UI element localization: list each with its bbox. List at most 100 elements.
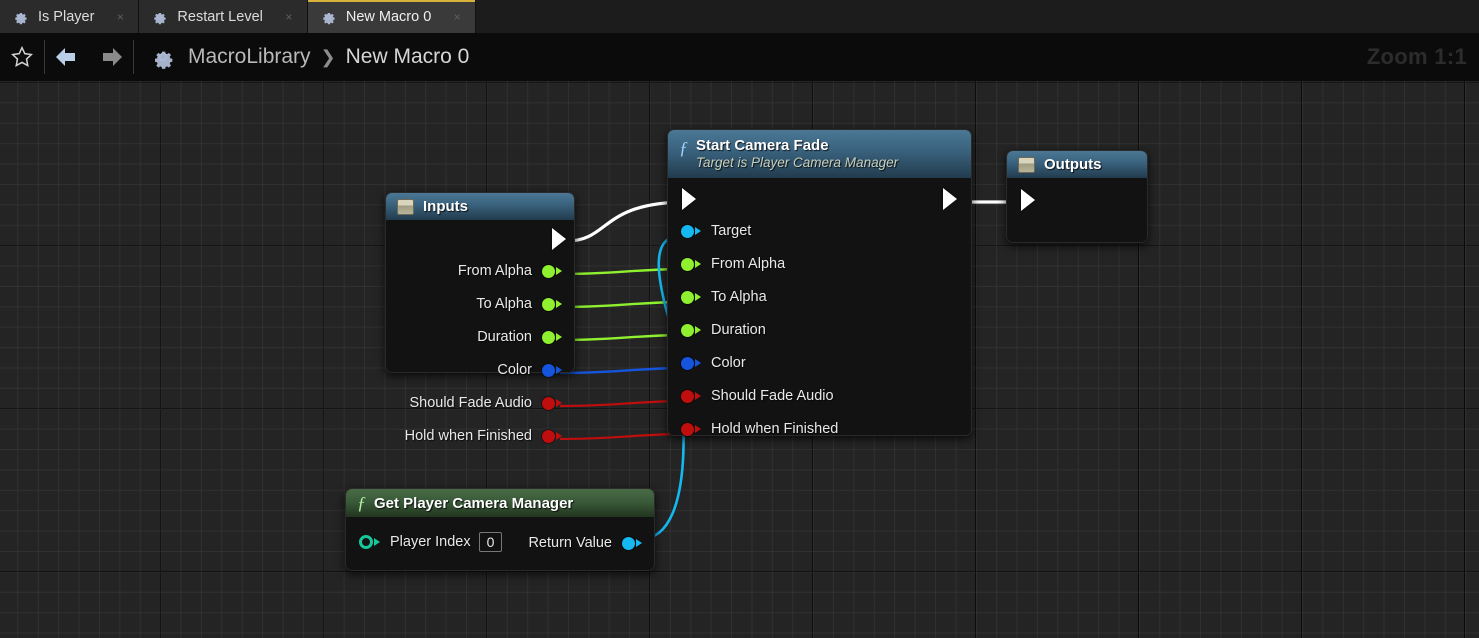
pin-dot-to-alpha[interactable]: [542, 297, 555, 311]
pin-dot-duration[interactable]: [681, 323, 694, 337]
pin-arrow: [695, 326, 701, 334]
pin-label: Target: [711, 223, 752, 239]
pin-row-to-alpha[interactable]: To Alpha: [681, 289, 767, 305]
node-get-player-camera-manager[interactable]: ƒ Get Player Camera Manager Player Index…: [345, 488, 655, 571]
pin-arrow: [695, 227, 701, 235]
close-icon[interactable]: ×: [281, 9, 297, 25]
pin-dot-to-alpha[interactable]: [681, 290, 694, 304]
tab-new-macro-0[interactable]: New Macro 0 ×: [307, 0, 477, 33]
gear-icon: [154, 51, 173, 69]
wire-color: [559, 366, 680, 375]
forward-button[interactable]: [89, 33, 133, 81]
node-body: Player Index 0 Return Value: [346, 517, 654, 570]
wire-should-fade-audio: [559, 399, 680, 408]
pin-dot-color[interactable]: [681, 356, 694, 370]
pin-row-from-alpha[interactable]: From Alpha: [681, 256, 785, 272]
pin-row-color[interactable]: Color: [497, 362, 562, 378]
pin-label: Color: [497, 362, 532, 378]
pin-row-target[interactable]: Target: [681, 223, 751, 239]
tab-label: Restart Level: [177, 8, 263, 25]
pin-dot-from-alpha[interactable]: [681, 257, 694, 271]
wire-from-alpha: [559, 267, 680, 276]
breadcrumb-macrolibrary[interactable]: MacroLibrary: [188, 45, 311, 69]
tab-is-player[interactable]: Is Player ×: [0, 0, 140, 33]
pin-row-return-value[interactable]: Return Value: [528, 535, 642, 551]
exec-pin-in[interactable]: [1021, 189, 1035, 211]
pin-row-exec-in[interactable]: [1021, 189, 1035, 211]
pin-row-from-alpha[interactable]: From Alpha: [458, 263, 562, 279]
pin-dot-return-value[interactable]: [622, 536, 635, 550]
star-icon: [11, 45, 33, 67]
exec-pin-out[interactable]: [943, 188, 957, 210]
pin-label: Should Fade Audio: [711, 388, 834, 404]
pin-arrow: [695, 359, 701, 367]
pin-dot-from-alpha[interactable]: [542, 264, 555, 278]
graph-toolbar: MacroLibrary ❯ New Macro 0 Zoom 1:1: [0, 33, 1479, 81]
pin-arrow: [695, 392, 701, 400]
tab-restart-level[interactable]: Restart Level ×: [139, 0, 308, 33]
wire-duration: [559, 333, 680, 342]
tab-label: Is Player: [38, 8, 95, 25]
pin-dot-color[interactable]: [542, 363, 555, 377]
gear-icon: [323, 12, 335, 25]
pin-row-duration[interactable]: Duration: [681, 322, 766, 338]
back-button[interactable]: [45, 33, 89, 81]
exec-pin-in[interactable]: [682, 188, 696, 210]
wire-hold-when-finished: [559, 432, 680, 441]
pin-dot-hold-when-finished[interactable]: [681, 422, 694, 436]
arrow-left-icon: [56, 48, 75, 66]
pin-label: To Alpha: [711, 289, 767, 305]
node-header: ƒ Start Camera Fade Target is Player Cam…: [668, 130, 971, 178]
player-index-input[interactable]: 0: [478, 532, 503, 552]
pin-label: Color: [711, 355, 746, 371]
pin-arrow: [556, 432, 562, 440]
pin-dot-target[interactable]: [681, 224, 694, 238]
pin-row-exec-in[interactable]: [682, 188, 696, 210]
pin-label: Duration: [477, 329, 532, 345]
pin-row-to-alpha[interactable]: To Alpha: [476, 296, 562, 312]
blueprint-graph-canvas[interactable]: Inputs From Alpha To Alpha Duration Colo…: [0, 81, 1479, 638]
pin-arrow: [695, 293, 701, 301]
pin-row-exec-out[interactable]: [943, 188, 957, 210]
arrow-right-icon: [103, 48, 122, 66]
close-icon[interactable]: ×: [449, 9, 465, 25]
function-icon: ƒ: [357, 493, 366, 513]
pin-row-exec-out[interactable]: [552, 228, 566, 250]
close-icon[interactable]: ×: [112, 9, 128, 25]
pin-row-should-fade-audio[interactable]: Should Fade Audio: [409, 395, 562, 411]
pin-row-hold-when-finished[interactable]: Hold when Finished: [405, 428, 562, 444]
function-icon: ƒ: [679, 138, 688, 158]
pin-label: Duration: [711, 322, 766, 338]
pin-row-color[interactable]: Color: [681, 355, 746, 371]
node-outputs[interactable]: Outputs: [1006, 150, 1148, 243]
chevron-right-icon: ❯: [320, 46, 336, 67]
pin-arrow: [695, 260, 701, 268]
pin-arrow: [556, 333, 562, 341]
pin-arrow: [556, 399, 562, 407]
node-start-camera-fade[interactable]: ƒ Start Camera Fade Target is Player Cam…: [667, 129, 972, 437]
pin-row-player-index[interactable]: Player Index 0: [359, 532, 503, 552]
pin-label: To Alpha: [476, 296, 532, 312]
pin-row-should-fade-audio[interactable]: Should Fade Audio: [681, 388, 834, 404]
pin-label: Should Fade Audio: [409, 395, 532, 411]
breadcrumb-new-macro-0[interactable]: New Macro 0: [346, 45, 470, 69]
gear-icon: [15, 12, 27, 25]
pin-dot-player-index[interactable]: [359, 535, 373, 549]
node-inputs[interactable]: Inputs From Alpha To Alpha Duration Colo…: [385, 192, 575, 444]
pin-arrow: [556, 366, 562, 374]
zoom-level-label: Zoom 1:1: [1366, 44, 1467, 69]
pin-dot-hold-when-finished[interactable]: [542, 429, 555, 443]
pin-row-duration[interactable]: Duration: [477, 329, 562, 345]
pin-row-hold-when-finished[interactable]: Hold when Finished: [681, 421, 838, 437]
editor-tab-bar: Is Player × Restart Level × New Macro 0 …: [0, 0, 1479, 33]
node-header: ƒ Get Player Camera Manager: [346, 489, 654, 517]
pin-dot-duration[interactable]: [542, 330, 555, 344]
pin-label: From Alpha: [711, 256, 786, 272]
exec-pin-out[interactable]: [552, 228, 566, 250]
pin-dot-should-fade-audio[interactable]: [542, 396, 555, 410]
node-title: Inputs: [423, 198, 468, 215]
node-body: From Alpha To Alpha Duration Color Shoul: [386, 220, 574, 444]
favorite-button[interactable]: [0, 33, 44, 81]
pin-dot-should-fade-audio[interactable]: [681, 389, 694, 403]
pin-arrow: [636, 539, 642, 547]
